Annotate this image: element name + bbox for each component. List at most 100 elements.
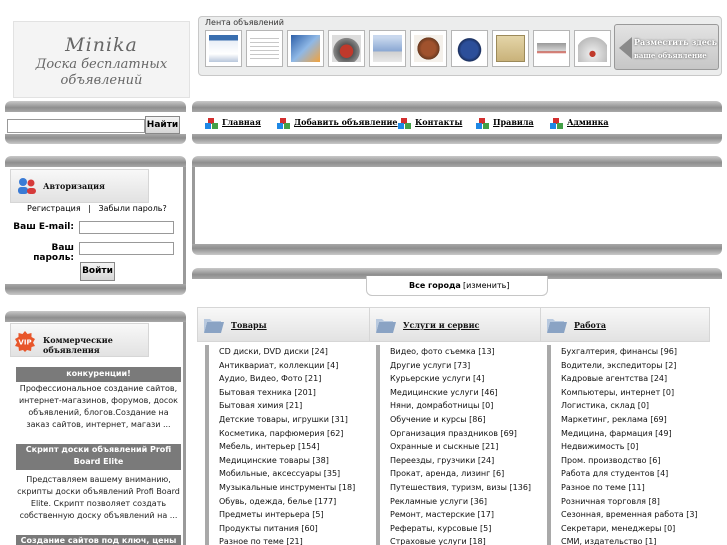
search-button[interactable]: Найти	[145, 116, 180, 134]
main-top-bar	[192, 156, 722, 167]
category-link[interactable]: Разное по теме [11]	[551, 481, 722, 495]
cubes-icon	[550, 117, 563, 129]
nav-label: Правила	[493, 117, 534, 127]
category-link[interactable]: Работа для студентов [4]	[551, 467, 722, 481]
category-link[interactable]: Обучение и курсы [86]	[380, 413, 542, 427]
nav-add-ad[interactable]: Добавить объявление	[277, 117, 398, 131]
auth-links: Регистрация | Забыли пароль?	[27, 204, 167, 213]
ad-strip-title: Лента объявлений	[205, 18, 284, 27]
category-link[interactable]: Другие услуги [73]	[380, 359, 542, 373]
place-ad-label: Разместить здесь	[634, 37, 718, 47]
auth-header: Авторизация	[10, 169, 149, 203]
category-link[interactable]: Пром. производство [6]	[551, 454, 722, 468]
ad-strip: Лента объявлений Разместить здесь ваше о…	[198, 16, 722, 76]
nav-rules[interactable]: Правила	[476, 117, 534, 131]
ad-thumbnail[interactable]	[533, 30, 570, 67]
category-link[interactable]: Аудио, Видео, Фото [21]	[209, 372, 370, 386]
category-link[interactable]: Детские товары, игрушки [31]	[209, 413, 370, 427]
password-label: Ваш пароль:	[33, 243, 74, 263]
category-header-goods[interactable]: Товары	[197, 307, 372, 342]
commercial-item-heading[interactable]: Создание сайтов под ключ, цены вне	[16, 535, 181, 545]
users-icon	[16, 176, 38, 196]
city-change-link[interactable]: [изменить]	[463, 281, 509, 290]
category-link[interactable]: Курьерские услуги [4]	[380, 372, 542, 386]
category-link[interactable]: Недвижимость [0]	[551, 440, 722, 454]
password-field[interactable]	[79, 242, 174, 255]
ad-thumbnail[interactable]	[451, 30, 488, 67]
ad-thumbnail[interactable]	[492, 30, 529, 67]
category-link[interactable]: Рефераты, курсовые [5]	[380, 522, 542, 536]
category-link[interactable]: Розничная торговля [8]	[551, 495, 722, 509]
category-link[interactable]: Ремонт, мастерские [17]	[380, 508, 542, 522]
login-button[interactable]: Войти	[80, 262, 115, 281]
category-link[interactable]: CD диски, DVD диски [24]	[209, 345, 370, 359]
category-link[interactable]: Прокат, аренда, лизинг [6]	[380, 467, 542, 481]
category-link[interactable]: Путешествия, туризм, визы [136]	[380, 481, 542, 495]
category-link[interactable]: Водители, экспедиторы [2]	[551, 359, 722, 373]
category-header-jobs[interactable]: Работа	[540, 307, 710, 342]
nav-label: Главная	[222, 117, 261, 127]
site-logo[interactable]: Minika Доска бесплатных объявлений	[13, 21, 190, 98]
category-link[interactable]: Видео, фото съемка [13]	[380, 345, 542, 359]
category-link[interactable]: Страховые услуги [18]	[380, 535, 542, 545]
category-link[interactable]: Кадровые агентства [24]	[551, 372, 722, 386]
nav-contacts[interactable]: Контакты	[398, 117, 462, 131]
category-header-services[interactable]: Услуги и сервис	[369, 307, 544, 342]
category-title[interactable]: Работа	[574, 320, 606, 330]
category-link[interactable]: Логистика, склад [0]	[551, 399, 722, 413]
ad-thumbnail[interactable]	[369, 30, 406, 67]
nav-top-bar	[192, 101, 722, 112]
category-link[interactable]: Организация праздников [69]	[380, 427, 542, 441]
category-link[interactable]: Продукты питания [60]	[209, 522, 370, 536]
category-link[interactable]: Сезонная, временная работа [3]	[551, 508, 722, 522]
folder-icon	[546, 316, 568, 336]
category-link[interactable]: Косметика, парфюмерия [62]	[209, 427, 370, 441]
ad-thumbnail[interactable]	[246, 30, 283, 67]
category-link[interactable]: СМИ, издательство [1]	[551, 535, 722, 545]
folder-icon	[203, 316, 225, 336]
nav-home[interactable]: Главная	[205, 117, 261, 131]
email-field[interactable]	[79, 221, 174, 234]
ad-thumbnail[interactable]	[205, 30, 242, 67]
category-link[interactable]: Разное по теме [21]	[209, 535, 370, 545]
ad-thumbnail[interactable]	[287, 30, 324, 67]
category-link[interactable]: Музыкальные инструменты [18]	[209, 481, 370, 495]
ad-thumbnail[interactable]	[410, 30, 447, 67]
commercial-top-bar	[5, 311, 186, 322]
place-ad-button[interactable]: Разместить здесь ваше объявление	[614, 24, 719, 70]
ad-thumbnail[interactable]	[574, 30, 611, 67]
category-link[interactable]: Секретари, менеджеры [0]	[551, 522, 722, 536]
category-link[interactable]: Маркетинг, реклама [69]	[551, 413, 722, 427]
category-link[interactable]: Бытовая химия [21]	[209, 399, 370, 413]
register-link[interactable]: Регистрация	[27, 204, 81, 213]
category-link[interactable]: Бытовая техника [201]	[209, 386, 370, 400]
category-link[interactable]: Медицинские товары [38]	[209, 454, 370, 468]
category-link[interactable]: Компьютеры, интернет [0]	[551, 386, 722, 400]
category-link[interactable]: Предметы интерьера [5]	[209, 508, 370, 522]
category-link[interactable]: Обувь, одежда, белье [177]	[209, 495, 370, 509]
category-link[interactable]: Антиквариат, коллекции [4]	[209, 359, 370, 373]
category-link[interactable]: Охранные и сыскные [21]	[380, 440, 542, 454]
category-title[interactable]: Услуги и сервис	[403, 320, 479, 330]
commercial-item-heading[interactable]: конкуренции!	[16, 367, 181, 382]
category-link[interactable]: Медицина, фармация [49]	[551, 427, 722, 441]
category-title[interactable]: Товары	[231, 320, 267, 330]
cubes-icon	[205, 117, 218, 129]
city-label: Все города	[409, 281, 461, 290]
category-link[interactable]: Няни, домработницы [0]	[380, 399, 542, 413]
nav-admin[interactable]: Админка	[550, 117, 609, 131]
category-link[interactable]: Мебель, интерьер [154]	[209, 440, 370, 454]
auth-links-separator: |	[88, 204, 91, 213]
category-link[interactable]: Бухгалтерия, финансы [96]	[551, 345, 722, 359]
category-link[interactable]: Медицинские услуги [46]	[380, 386, 542, 400]
forgot-password-link[interactable]: Забыли пароль?	[98, 204, 166, 213]
nav-label: Добавить объявление	[294, 117, 398, 127]
category-link[interactable]: Переезды, грузчики [24]	[380, 454, 542, 468]
category-link[interactable]: Мобильные, аксессуары [35]	[209, 467, 370, 481]
ad-thumbnail[interactable]	[328, 30, 365, 67]
search-input[interactable]	[7, 119, 145, 133]
category-link[interactable]: Рекламные услуги [36]	[380, 495, 542, 509]
commercial-item-heading[interactable]: Скрипт доски объявлений Profi Board Elit…	[16, 444, 181, 470]
category-list-goods: CD диски, DVD диски [24] Антиквариат, ко…	[205, 345, 370, 545]
commercial-item-text: Представляем вашему вниманию, скрипты до…	[17, 475, 180, 520]
